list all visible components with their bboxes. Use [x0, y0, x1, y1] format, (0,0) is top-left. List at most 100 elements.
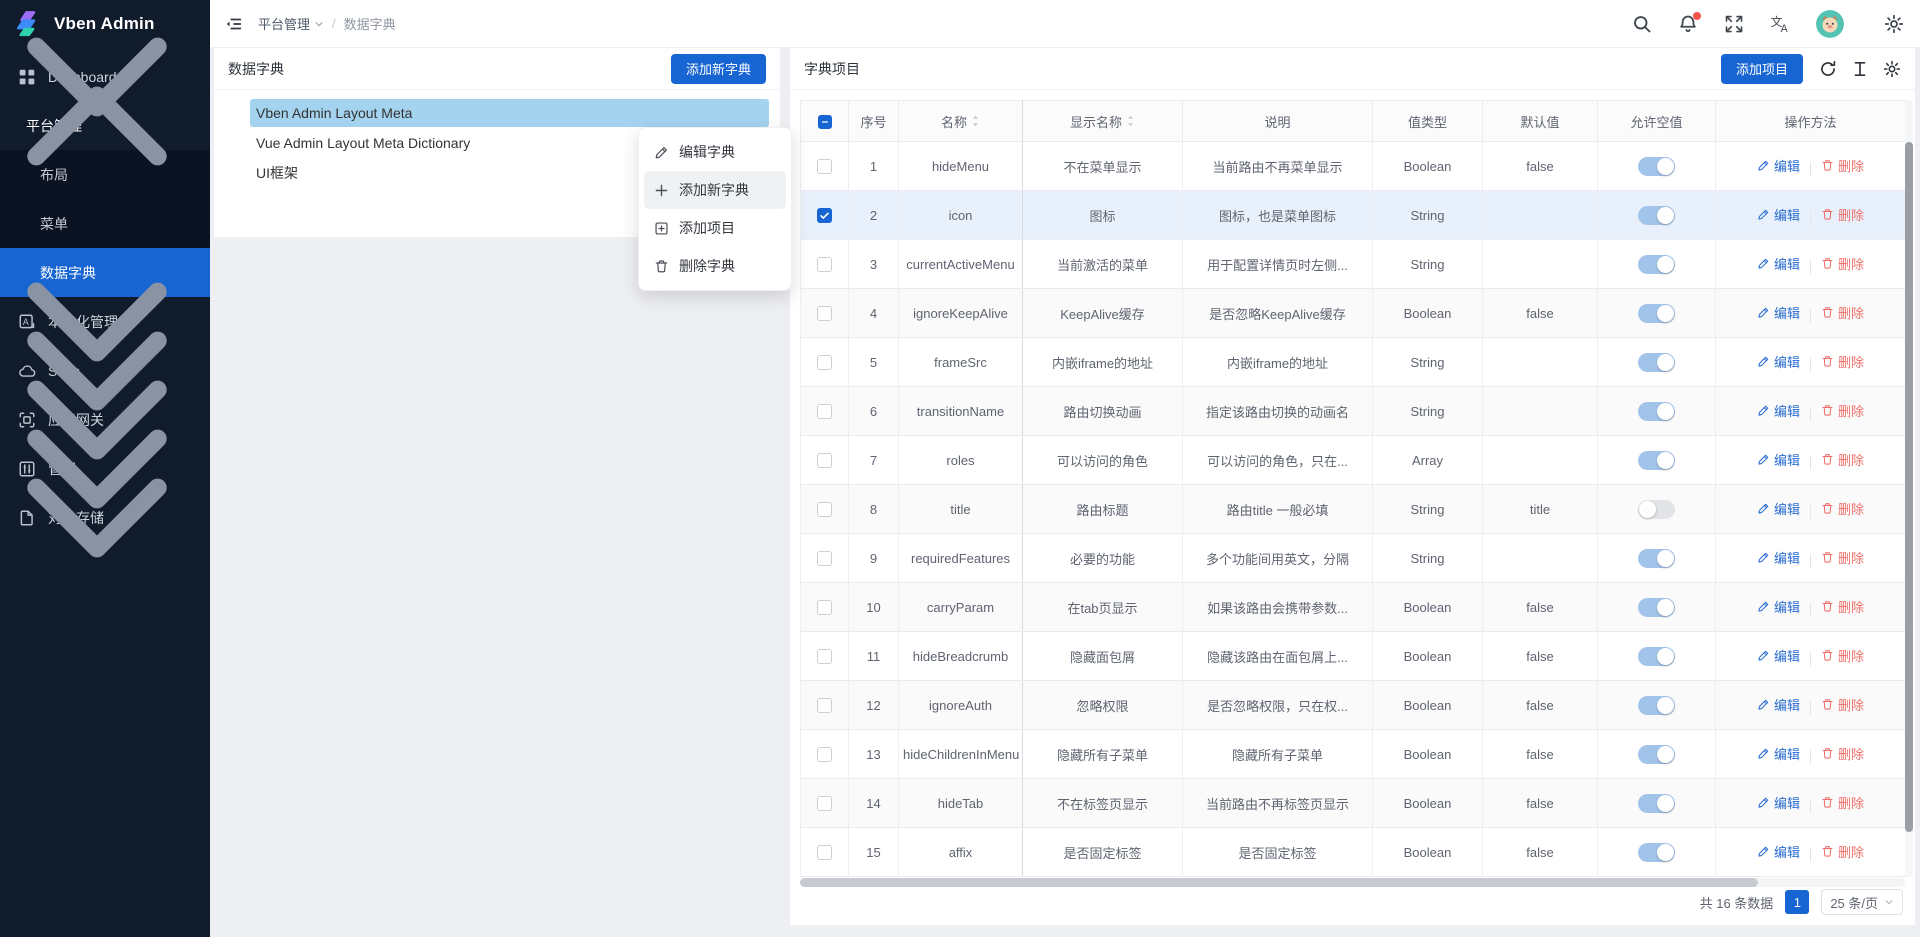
context-menu-item-add-item[interactable]: 添加项目	[644, 209, 786, 247]
settings-icon[interactable]	[1884, 14, 1904, 34]
user-avatar[interactable]	[1816, 10, 1844, 38]
delete-row-link[interactable]: 删除	[1821, 254, 1864, 273]
allow-empty-toggle[interactable]	[1638, 647, 1675, 666]
delete-row-link[interactable]: 删除	[1821, 548, 1864, 567]
sidebar-collapse-icon[interactable]	[224, 15, 242, 33]
edit-row-link[interactable]: 编辑	[1757, 842, 1800, 861]
cell-default-value	[1483, 338, 1598, 387]
sort-caret-icon[interactable]	[1126, 114, 1135, 128]
row-checkbox[interactable]	[817, 306, 832, 321]
edit-row-link[interactable]: 编辑	[1757, 793, 1800, 812]
select-all-checkbox[interactable]	[818, 115, 832, 129]
edit-row-link[interactable]: 编辑	[1757, 695, 1800, 714]
page-number-button[interactable]: 1	[1785, 890, 1809, 914]
cell-allow-empty	[1598, 779, 1716, 828]
cell-select	[801, 436, 849, 485]
edit-row-link[interactable]: 编辑	[1757, 646, 1800, 665]
row-checkbox[interactable]	[817, 159, 832, 174]
cell-value-type: Array	[1373, 436, 1483, 485]
delete-row-link[interactable]: 删除	[1821, 499, 1864, 518]
sidebar-item-storage[interactable]: 对象存储	[0, 493, 210, 542]
context-menu-item-delete-dict[interactable]: 删除字典	[644, 247, 786, 285]
fullscreen-icon[interactable]	[1724, 14, 1744, 34]
context-menu-item-add-dict[interactable]: 添加新字典	[644, 171, 786, 209]
allow-empty-toggle[interactable]	[1638, 598, 1675, 617]
row-checkbox[interactable]	[817, 453, 832, 468]
cell-seq: 12	[849, 681, 899, 730]
delete-label: 删除	[1838, 646, 1864, 665]
refresh-icon[interactable]	[1819, 60, 1837, 78]
row-checkbox[interactable]	[817, 698, 832, 713]
allow-empty-toggle[interactable]	[1638, 696, 1675, 715]
edit-row-link[interactable]: 编辑	[1757, 303, 1800, 322]
edit-row-link[interactable]: 编辑	[1757, 205, 1800, 224]
row-height-icon[interactable]	[1851, 60, 1869, 78]
add-dictionary-button[interactable]: 添加新字典	[671, 54, 766, 84]
edit-row-link[interactable]: 编辑	[1757, 744, 1800, 763]
edit-row-link[interactable]: 编辑	[1757, 450, 1800, 469]
edit-row-link[interactable]: 编辑	[1757, 352, 1800, 371]
add-item-button[interactable]: 添加项目	[1721, 54, 1803, 84]
allow-empty-toggle[interactable]	[1638, 206, 1675, 225]
row-checkbox[interactable]	[817, 404, 832, 419]
edit-row-link[interactable]: 编辑	[1757, 548, 1800, 567]
row-checkbox[interactable]	[817, 845, 832, 860]
delete-row-link[interactable]: 删除	[1821, 401, 1864, 420]
column-header-inner: 序号	[860, 112, 886, 131]
row-checkbox[interactable]	[817, 208, 832, 223]
row-checkbox[interactable]	[817, 502, 832, 517]
delete-row-link[interactable]: 删除	[1821, 744, 1864, 763]
delete-row-link[interactable]: 删除	[1821, 646, 1864, 665]
row-checkbox[interactable]	[817, 257, 832, 272]
row-checkbox[interactable]	[817, 649, 832, 664]
delete-row-link[interactable]: 删除	[1821, 842, 1864, 861]
column-header-value_type: 值类型	[1373, 101, 1483, 142]
language-icon[interactable]: 文A	[1770, 14, 1790, 34]
edit-row-link[interactable]: 编辑	[1757, 254, 1800, 273]
context-menu-item-edit-dict[interactable]: 编辑字典	[644, 133, 786, 171]
sidebar-item-platform[interactable]: 平台管理	[0, 101, 210, 150]
delete-row-link[interactable]: 删除	[1821, 352, 1864, 371]
allow-empty-toggle[interactable]	[1638, 304, 1675, 323]
dictionary-list-item[interactable]: Vben Admin Layout Meta	[250, 99, 769, 127]
column-header-name: 名称	[899, 101, 1023, 142]
row-checkbox[interactable]	[817, 551, 832, 566]
row-checkbox[interactable]	[817, 796, 832, 811]
allow-empty-toggle[interactable]	[1638, 157, 1675, 176]
edit-row-link[interactable]: 编辑	[1757, 156, 1800, 175]
row-checkbox[interactable]	[817, 600, 832, 615]
toggle-knob	[1639, 501, 1656, 518]
delete-row-link[interactable]: 删除	[1821, 793, 1864, 812]
sort-caret-icon[interactable]	[971, 114, 980, 128]
delete-row-link[interactable]: 删除	[1821, 597, 1864, 616]
row-checkbox[interactable]	[817, 355, 832, 370]
allow-empty-toggle[interactable]	[1638, 500, 1675, 519]
allow-empty-toggle[interactable]	[1638, 843, 1675, 862]
delete-row-link[interactable]: 删除	[1821, 695, 1864, 714]
horizontal-scrollbar-thumb[interactable]	[800, 878, 1758, 887]
delete-row-link[interactable]: 删除	[1821, 450, 1864, 469]
allow-empty-toggle[interactable]	[1638, 745, 1675, 764]
vertical-scrollbar-thumb[interactable]	[1905, 142, 1913, 832]
allow-empty-toggle[interactable]	[1638, 794, 1675, 813]
delete-row-link[interactable]: 删除	[1821, 303, 1864, 322]
breadcrumb-separator: /	[332, 16, 336, 31]
bell-icon[interactable]	[1678, 14, 1698, 34]
row-checkbox[interactable]	[817, 747, 832, 762]
page-size-select[interactable]: 25 条/页	[1821, 889, 1903, 915]
delete-row-link[interactable]: 删除	[1821, 156, 1864, 175]
allow-empty-toggle[interactable]	[1638, 451, 1675, 470]
cell-display-name: 必要的功能	[1023, 534, 1183, 583]
edit-row-link[interactable]: 编辑	[1757, 597, 1800, 616]
allow-empty-toggle[interactable]	[1638, 549, 1675, 568]
allow-empty-toggle[interactable]	[1638, 255, 1675, 274]
breadcrumb-item-platform[interactable]: 平台管理	[258, 14, 324, 33]
edit-row-link[interactable]: 编辑	[1757, 499, 1800, 518]
allow-empty-toggle[interactable]	[1638, 402, 1675, 421]
delete-row-link[interactable]: 删除	[1821, 205, 1864, 224]
column-settings-icon[interactable]	[1883, 60, 1901, 78]
allow-empty-toggle[interactable]	[1638, 353, 1675, 372]
search-icon[interactable]	[1632, 14, 1652, 34]
table-row: 7roles可以访问的角色可以访问的角色，只在...Array编辑删除	[801, 436, 1906, 485]
edit-row-link[interactable]: 编辑	[1757, 401, 1800, 420]
